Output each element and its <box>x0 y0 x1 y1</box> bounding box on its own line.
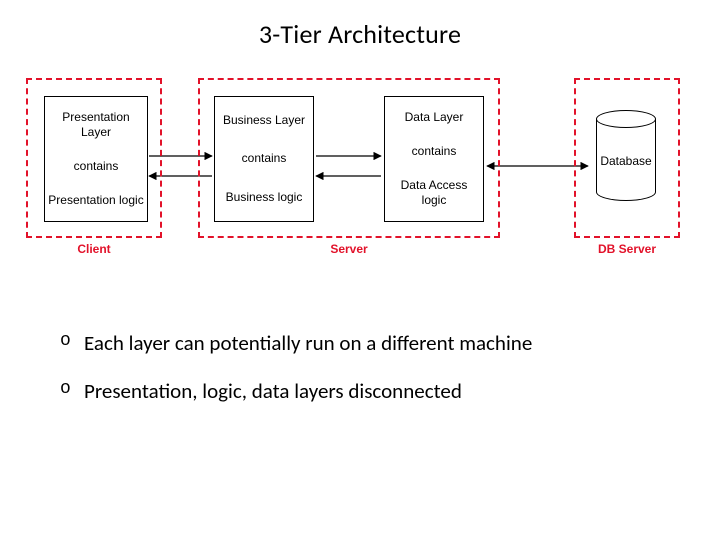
layer-presentation-logic: Presentation logic <box>48 193 143 208</box>
layer-presentation-rel: contains <box>74 159 119 174</box>
database-label: Database <box>596 154 656 168</box>
layer-business-name: Business Layer <box>223 113 305 128</box>
layer-presentation-name: Presentation Layer <box>47 110 145 140</box>
layer-data-rel: contains <box>412 144 457 159</box>
layer-business-logic: Business logic <box>226 190 303 205</box>
layer-presentation: Presentation Layer contains Presentation… <box>44 96 148 222</box>
tier-client-caption: Client <box>28 242 160 256</box>
cylinder-top <box>596 110 656 128</box>
tier-db-caption: DB Server <box>576 242 678 256</box>
bullet-list: Each layer can potentially run on a diff… <box>60 330 670 426</box>
slide: 3-Tier Architecture Client Presentation … <box>0 0 720 540</box>
bullet-item: Presentation, logic, data layers disconn… <box>60 378 670 404</box>
layer-data: Data Layer contains Data Access logic <box>384 96 484 222</box>
layer-business-rel: contains <box>242 151 287 166</box>
layer-business: Business Layer contains Business logic <box>214 96 314 222</box>
database-cylinder: Database <box>596 110 656 210</box>
slide-title: 3-Tier Architecture <box>0 18 720 50</box>
bullet-item: Each layer can potentially run on a diff… <box>60 330 670 356</box>
layer-data-logic: Data Access logic <box>387 178 481 208</box>
architecture-diagram: Client Presentation Layer contains Prese… <box>26 78 694 258</box>
tier-server-caption: Server <box>200 242 498 256</box>
layer-data-name: Data Layer <box>405 110 464 125</box>
